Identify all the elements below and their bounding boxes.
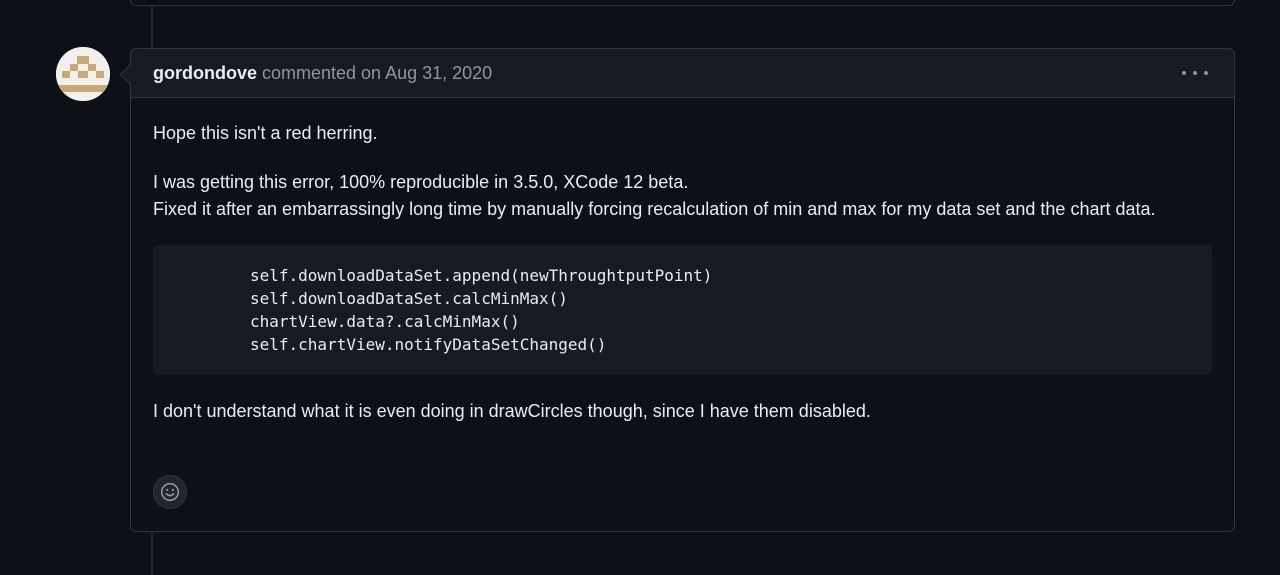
- previous-comment-box: [130, 0, 1235, 6]
- comment-paragraph: Hope this isn't a red herring.: [153, 123, 378, 143]
- smiley-icon: [160, 482, 180, 502]
- add-reaction-button[interactable]: [153, 475, 187, 509]
- code-line: self.chartView.notifyDataSetChanged(): [250, 334, 607, 354]
- comment-author-link[interactable]: gordondove: [153, 63, 257, 84]
- code-line: self.downloadDataSet.append(newThroughtp…: [250, 265, 713, 285]
- code-line: chartView.data?.calcMinMax(): [250, 311, 520, 331]
- timeline: gordondove commented on Aug 31, 2020 Hop…: [0, 0, 1280, 575]
- identicon-avatar: [56, 47, 110, 101]
- code-block: self.downloadDataSet.append(newThroughtp…: [153, 244, 1212, 375]
- kebab-horizontal-icon[interactable]: [1182, 62, 1208, 84]
- comment-body: Hope this isn't a red herring. I was get…: [131, 98, 1234, 425]
- avatar[interactable]: [56, 47, 110, 101]
- comment-box: gordondove commented on Aug 31, 2020 Hop…: [130, 48, 1235, 532]
- comment-paragraph: I was getting this error, 100% reproduci…: [153, 171, 689, 192]
- comment-timestamp[interactable]: commented on Aug 31, 2020: [262, 63, 492, 84]
- comment-paragraph: I don't understand what it is even doing…: [153, 400, 871, 421]
- comment-header: gordondove commented on Aug 31, 2020: [131, 49, 1234, 98]
- comment-paragraph: Fixed it after an embarrassingly long ti…: [153, 199, 1156, 219]
- code-line: self.downloadDataSet.calcMinMax(): [250, 288, 568, 308]
